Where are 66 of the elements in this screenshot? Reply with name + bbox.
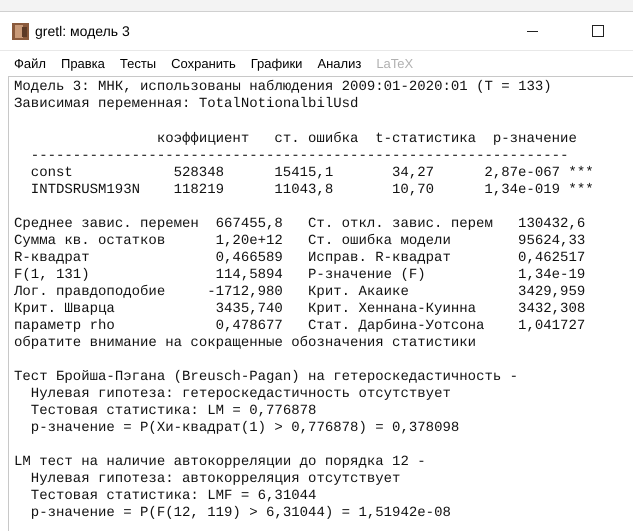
stat-label: Исправ. R-квадрат [308, 250, 451, 267]
table-cell: 528348 [174, 165, 224, 182]
menu-item[interactable]: Файл [14, 54, 46, 74]
stat-value: 0,462517 [518, 250, 586, 267]
maximize-icon [592, 25, 604, 37]
stat-label: параметр rho [14, 318, 115, 335]
stat-label: Лог. правдоподобие [14, 284, 166, 301]
table-rule: ---------------------------------------------------------------- [30, 148, 568, 165]
test-title: Тест Бройша-Пэгана (Breusch-Pagan) на гетероскедастичность - [14, 369, 518, 386]
row-label: const [30, 165, 73, 182]
output-line: Тестовая статистика: LM = 0,776878 [30, 403, 316, 420]
stat-value: 1,34e-19 [518, 267, 586, 284]
stat-label: Ст. откл. завис. перем [308, 216, 493, 233]
column-header: коэффициент [156, 131, 250, 148]
menu-item[interactable]: Тесты [120, 54, 156, 74]
table-cell: 10,70 [392, 182, 434, 199]
stat-value: 0,466589 [216, 250, 283, 267]
stat-label: F(1, 131) [14, 267, 90, 284]
menu-item[interactable]: Анализ [317, 54, 362, 74]
column-header: t-статистика [375, 131, 476, 148]
column-header: р-значение [492, 131, 577, 148]
stat-value: -1712,980 [207, 284, 283, 301]
stat-label: Крит. Хеннана-Куинна [308, 301, 476, 318]
table-cell: 118219 [174, 182, 224, 199]
stat-value: 3435,740 [216, 301, 283, 318]
stat-value: 114,5894 [216, 267, 283, 284]
output-line: Тестовая статистика: LMF = 6,31044 [30, 488, 316, 505]
output-line: р-значение = P(F(12, 119) > 6,31044) = 1,51942e-08 [30, 505, 451, 522]
output-line: Модель 3: МНК, использованы наблюдения 2009:01-2020:01 (T = 133) [14, 79, 552, 96]
window-title: gretl: модель 3 [35, 22, 130, 41]
stat-label: Крит. Акаике [308, 284, 409, 301]
stat-value: 667455,8 [216, 216, 283, 233]
app-icon [12, 22, 29, 40]
menu-item[interactable]: Сохранить [171, 54, 236, 74]
stat-label: Среднее завис. перемен [14, 216, 199, 233]
test-title: LM тест на наличие автокорреляции до порядка 12 - [14, 454, 426, 471]
stat-label: Ст. ошибка модели [308, 233, 451, 250]
table-cell: 34,27 [392, 165, 434, 182]
stat-value: 95624,33 [518, 233, 586, 250]
table-cell: 1,34e-019 [484, 182, 560, 199]
stat-value: 3429,959 [518, 284, 586, 301]
stat-value: 1,20e+12 [216, 233, 283, 250]
output-line: обратите внимание на сокращенные обозначения статистики [14, 335, 476, 352]
stat-label: Крит. Шварца [14, 301, 115, 318]
table-cell: 2,87e-067 [484, 165, 560, 182]
minimize-icon [526, 30, 538, 32]
table-cell: 15415,1 [274, 165, 334, 182]
stat-label: Стат. Дарбина-Уотсона [308, 318, 484, 335]
stat-value: 130432,6 [518, 216, 586, 233]
menu-item[interactable]: Графики [250, 54, 302, 74]
column-header: ст. ошибка [274, 131, 358, 148]
significance-mark: *** [568, 182, 594, 199]
stat-value: 3432,308 [518, 301, 586, 318]
output-line: Нулевая гипотеза: автокорреляция отсутствует [30, 471, 400, 488]
output-line: Нулевая гипотеза: гетероскедастичность отсутствует [30, 386, 451, 403]
stat-value: 0,478677 [216, 318, 283, 335]
stat-label: R-квадрат [14, 250, 90, 267]
significance-mark: *** [568, 165, 594, 182]
row-label: INTDSRUSM193N [30, 182, 140, 199]
stat-label: Сумма кв. остатков [14, 233, 166, 250]
table-cell: 11043,8 [274, 182, 334, 199]
output-line: Зависимая переменная: TotalNotionalbilUsd [14, 96, 358, 113]
stat-label: Р-значение (F) [308, 267, 426, 284]
stat-value: 1,041727 [518, 318, 586, 335]
output-line: р-значение = P(Хи-квадрат(1) > 0,776878) = 0,378098 [30, 420, 460, 437]
menu-item[interactable]: Правка [60, 54, 105, 74]
